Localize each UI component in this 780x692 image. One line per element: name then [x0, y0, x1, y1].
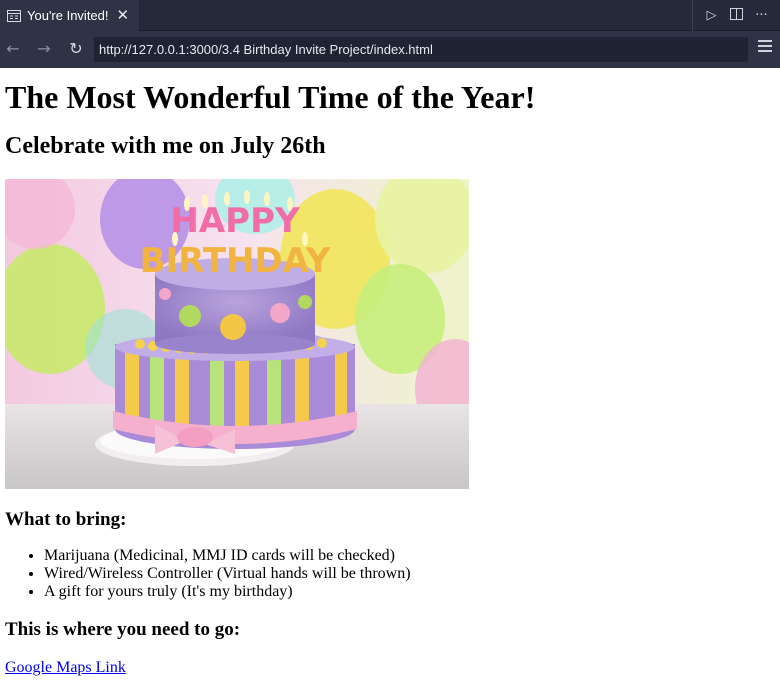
browser-tab[interactable]: You're Invited! ✕ [0, 0, 139, 31]
more-icon[interactable]: ··· [753, 8, 771, 23]
tab-title: You're Invited! [27, 8, 109, 23]
cake-text-birthday: BIRTHDAY [140, 241, 331, 281]
location-heading: This is where you need to go: [5, 619, 241, 640]
close-icon[interactable]: ✕ [117, 8, 130, 23]
refresh-icon[interactable]: ↻ [65, 38, 87, 60]
map-link-paragraph: Google Maps Link [5, 658, 775, 678]
list-item: Wired/Wireless Controller (Virtual hands… [44, 565, 775, 583]
tab-bar: You're Invited! ✕ ▷ ··· [0, 0, 780, 31]
navigation-bar: ← → ↻ http://127.0.0.1:3000/3.4 Birthday… [0, 31, 780, 68]
birthday-cake-image: HAPPY BIRTHDAY [5, 179, 469, 489]
split-view-icon[interactable] [728, 7, 746, 24]
page-icon [7, 9, 21, 22]
list-item: A gift for yours truly (It's my birthday… [44, 583, 775, 601]
cake-text-happy: HAPPY [170, 201, 300, 241]
bring-list: Marijuana (Medicinal, MMJ ID cards will … [5, 547, 775, 601]
google-maps-link[interactable]: Google Maps Link [5, 659, 126, 676]
arrow-left-icon[interactable]: ← [2, 38, 24, 60]
list-item: Marijuana (Medicinal, MMJ ID cards will … [44, 547, 775, 565]
url-bar[interactable]: http://127.0.0.1:3000/3.4 Birthday Invit… [94, 37, 748, 62]
arrow-right-icon[interactable]: → [33, 38, 55, 60]
bring-heading: What to bring: [5, 509, 127, 530]
page-heading: The Most Wonderful Time of the Year! [5, 79, 536, 115]
page-subheading: Celebrate with me on July 26th [5, 133, 326, 159]
tab-actions: ▷ ··· [692, 0, 780, 31]
hamburger-menu-icon[interactable] [758, 40, 772, 56]
play-icon[interactable]: ▷ [703, 8, 721, 23]
page-content: The Most Wonderful Time of the Year! Cel… [5, 68, 775, 678]
